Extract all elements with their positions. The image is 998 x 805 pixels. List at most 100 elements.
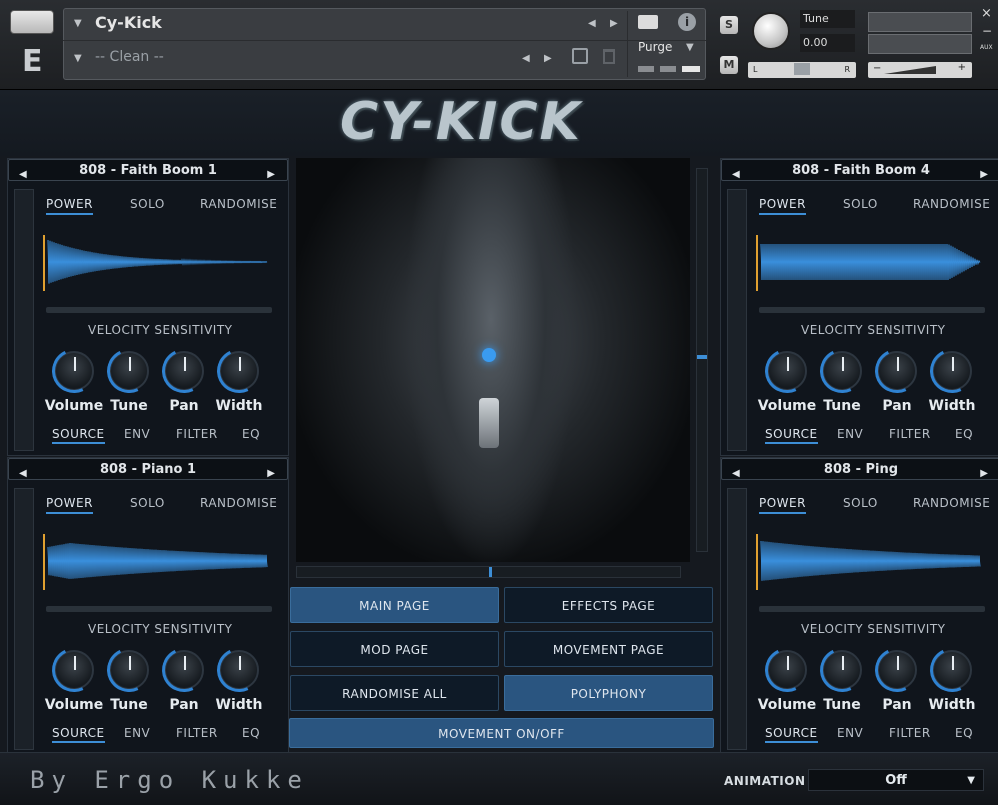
tune-knob[interactable] — [813, 641, 871, 699]
waveform-display[interactable] — [759, 536, 987, 586]
solo-tab[interactable]: SOLO — [130, 496, 165, 510]
movement-toggle-button[interactable]: MOVEMENT ON/OFF — [289, 718, 714, 748]
playhead-marker[interactable] — [756, 235, 758, 291]
next-snapshot-icon[interactable]: ▶ — [544, 53, 552, 64]
waveform-display[interactable] — [46, 536, 274, 586]
info-icon[interactable]: i — [678, 13, 696, 31]
power-tab[interactable]: POWER — [759, 496, 806, 514]
next-sample-icon[interactable]: ▶ — [980, 164, 988, 185]
eq-tab[interactable]: EQ — [955, 427, 973, 441]
next-sample-icon[interactable]: ▶ — [267, 463, 275, 484]
power-tab[interactable]: POWER — [46, 197, 93, 215]
source-tab[interactable]: SOURCE — [765, 726, 818, 743]
filter-tab[interactable]: FILTER — [889, 427, 931, 441]
sample-start-slider[interactable] — [759, 307, 985, 313]
env-tab[interactable]: ENV — [124, 726, 150, 740]
source-tab[interactable]: SOURCE — [52, 427, 105, 444]
purge-button[interactable]: Purge — [638, 40, 672, 54]
aux-label[interactable]: AUX — [980, 44, 993, 51]
width-knob[interactable] — [210, 342, 268, 400]
pan-slider[interactable]: L R — [748, 62, 856, 78]
edit-logo[interactable]: E — [22, 44, 43, 79]
volume-slider[interactable]: − + — [868, 62, 972, 78]
effects-page-button[interactable]: EFFECTS PAGE — [504, 587, 713, 623]
wrench-icon[interactable] — [10, 10, 54, 34]
animation-select[interactable]: Off ▼ — [808, 769, 984, 791]
sample-selector[interactable]: ◀ 808 - Piano 1 ▶ — [8, 458, 288, 480]
pan-handle[interactable] — [794, 63, 810, 75]
prev-sample-icon[interactable]: ◀ — [19, 164, 27, 185]
movement-page-button[interactable]: MOVEMENT PAGE — [504, 631, 713, 667]
camera-icon[interactable] — [638, 15, 658, 29]
power-tab[interactable]: POWER — [46, 496, 93, 514]
mute-button[interactable]: M — [720, 56, 738, 74]
solo-button[interactable]: S — [720, 16, 738, 34]
instrument-dropdown-icon[interactable]: ▼ — [74, 18, 82, 29]
tune-knob[interactable] — [752, 12, 790, 50]
eq-tab[interactable]: EQ — [242, 427, 260, 441]
waveform-display[interactable] — [46, 237, 274, 287]
sample-selector[interactable]: ◀ 808 - Ping ▶ — [721, 458, 998, 480]
prev-sample-icon[interactable]: ◀ — [732, 164, 740, 185]
env-tab[interactable]: ENV — [837, 726, 863, 740]
next-sample-icon[interactable]: ▶ — [267, 164, 275, 185]
randomise-tab[interactable]: RANDOMISE — [913, 496, 990, 510]
sample-start-slider[interactable] — [46, 307, 272, 313]
mod-page-button[interactable]: MOD PAGE — [290, 631, 499, 667]
vertical-scroll-slider[interactable] — [696, 168, 708, 552]
env-tab[interactable]: ENV — [837, 427, 863, 441]
randomise-tab[interactable]: RANDOMISE — [913, 197, 990, 211]
tune-value[interactable]: 0.00 — [800, 34, 855, 52]
horizontal-scroll-slider[interactable] — [296, 566, 681, 578]
randomise-tab[interactable]: RANDOMISE — [200, 197, 277, 211]
pan-knob[interactable] — [155, 342, 213, 400]
prev-snapshot-icon[interactable]: ◀ — [522, 53, 530, 64]
power-tab[interactable]: POWER — [759, 197, 806, 215]
snapshot-name[interactable]: -- Clean -- — [95, 49, 164, 65]
sample-selector[interactable]: ◀ 808 - Faith Boom 1 ▶ — [8, 159, 288, 181]
horizontal-slider-handle[interactable] — [489, 567, 492, 577]
volume-knob[interactable] — [45, 342, 103, 400]
playhead-marker[interactable] — [43, 534, 45, 590]
solo-tab[interactable]: SOLO — [843, 197, 878, 211]
minimize-icon[interactable]: − — [982, 24, 992, 38]
instrument-name[interactable]: Cy-Kick — [95, 13, 162, 32]
env-tab[interactable]: ENV — [124, 427, 150, 441]
filter-tab[interactable]: FILTER — [176, 726, 218, 740]
width-knob[interactable] — [923, 641, 981, 699]
close-icon[interactable]: × — [981, 6, 992, 21]
filter-tab[interactable]: FILTER — [176, 427, 218, 441]
save-icon[interactable] — [572, 48, 588, 64]
eq-tab[interactable]: EQ — [955, 726, 973, 740]
tune-knob[interactable] — [100, 641, 158, 699]
purge-dropdown-icon[interactable]: ▼ — [686, 42, 694, 53]
prev-instrument-icon[interactable]: ◀ — [588, 18, 596, 29]
polyphony-button[interactable]: POLYPHONY — [504, 675, 713, 711]
sample-start-slider[interactable] — [46, 606, 272, 612]
solo-tab[interactable]: SOLO — [843, 496, 878, 510]
tune-knob[interactable] — [813, 342, 871, 400]
next-instrument-icon[interactable]: ▶ — [610, 18, 618, 29]
volume-knob[interactable] — [758, 342, 816, 400]
waveform-display[interactable] — [759, 237, 987, 287]
prev-sample-icon[interactable]: ◀ — [19, 463, 27, 484]
vertical-slider-handle[interactable] — [697, 355, 707, 359]
snapshot-dropdown-icon[interactable]: ▼ — [74, 53, 82, 64]
sample-start-slider[interactable] — [759, 606, 985, 612]
width-knob[interactable] — [210, 641, 268, 699]
main-page-button[interactable]: MAIN PAGE — [290, 587, 499, 623]
solo-tab[interactable]: SOLO — [130, 197, 165, 211]
volume-knob[interactable] — [45, 641, 103, 699]
filter-tab[interactable]: FILTER — [889, 726, 931, 740]
source-tab[interactable]: SOURCE — [52, 726, 105, 743]
pan-knob[interactable] — [868, 342, 926, 400]
pan-knob[interactable] — [155, 641, 213, 699]
randomise-tab[interactable]: RANDOMISE — [200, 496, 277, 510]
next-sample-icon[interactable]: ▶ — [980, 463, 988, 484]
eq-tab[interactable]: EQ — [242, 726, 260, 740]
source-tab[interactable]: SOURCE — [765, 427, 818, 444]
prev-sample-icon[interactable]: ◀ — [732, 463, 740, 484]
width-knob[interactable] — [923, 342, 981, 400]
pan-knob[interactable] — [868, 641, 926, 699]
sample-selector[interactable]: ◀ 808 - Faith Boom 4 ▶ — [721, 159, 998, 181]
